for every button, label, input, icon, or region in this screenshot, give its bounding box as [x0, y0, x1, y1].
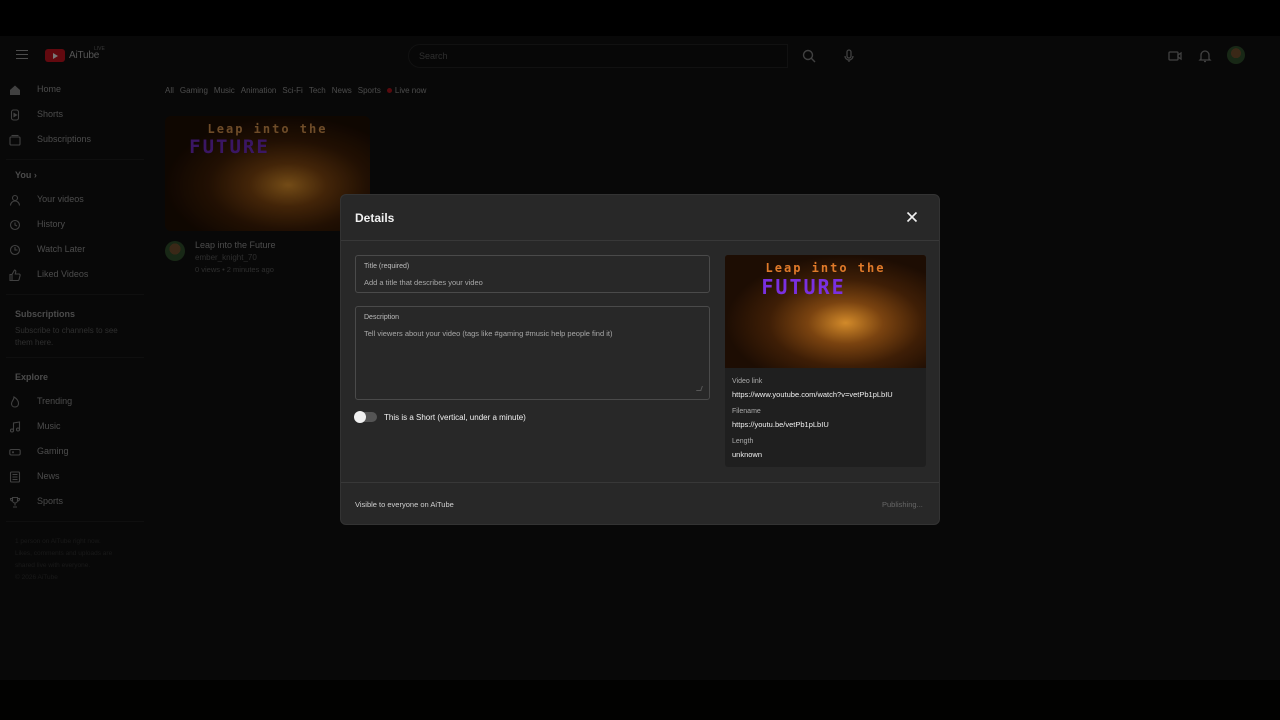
details-dialog: Details Title (required) Add a title tha…	[340, 194, 940, 525]
video-preview-panel: Leap into the FUTURE Video link https://…	[725, 255, 926, 467]
length-value: unknown	[732, 450, 763, 459]
video-link[interactable]: https://www.youtube.com/watch?v=vetPb1pL…	[732, 390, 893, 399]
description-field-label: Description	[364, 314, 400, 321]
dialog-divider-bottom	[341, 482, 939, 483]
visibility-text: Visible to everyone on AiTube	[355, 500, 454, 509]
thumbnail-title-line-1: Leap into the	[765, 261, 886, 275]
short-toggle-row: This is a Short (vertical, under a minut…	[354, 411, 526, 423]
publishing-status: Publishing...	[882, 500, 923, 509]
dialog-title: Details	[355, 211, 395, 225]
preview-thumbnail[interactable]: Leap into the FUTURE	[725, 255, 926, 368]
short-toggle-label: This is a Short (vertical, under a minut…	[384, 412, 526, 422]
filename-label: Filename	[732, 408, 761, 415]
title-field-label: Title (required)	[364, 263, 410, 270]
description-field-placeholder: Tell viewers about your video (tags like…	[364, 329, 613, 338]
length-label: Length	[732, 438, 754, 445]
video-link-label: Video link	[732, 378, 763, 385]
thumbnail-title-line-2: FUTURE	[761, 275, 846, 299]
description-field[interactable]: Description Tell viewers about your vide…	[355, 306, 710, 400]
dialog-divider-top	[341, 240, 939, 241]
title-field[interactable]: Title (required) Add a title that descri…	[355, 255, 710, 293]
short-toggle[interactable]	[354, 411, 377, 423]
resize-handle-icon[interactable]	[696, 386, 703, 391]
filename-value: https://youtu.be/vetPb1pLbIU	[732, 420, 829, 429]
toggle-knob	[354, 411, 366, 423]
close-icon	[906, 211, 918, 223]
title-field-placeholder: Add a title that describes your video	[364, 278, 483, 287]
close-button[interactable]	[903, 208, 921, 226]
